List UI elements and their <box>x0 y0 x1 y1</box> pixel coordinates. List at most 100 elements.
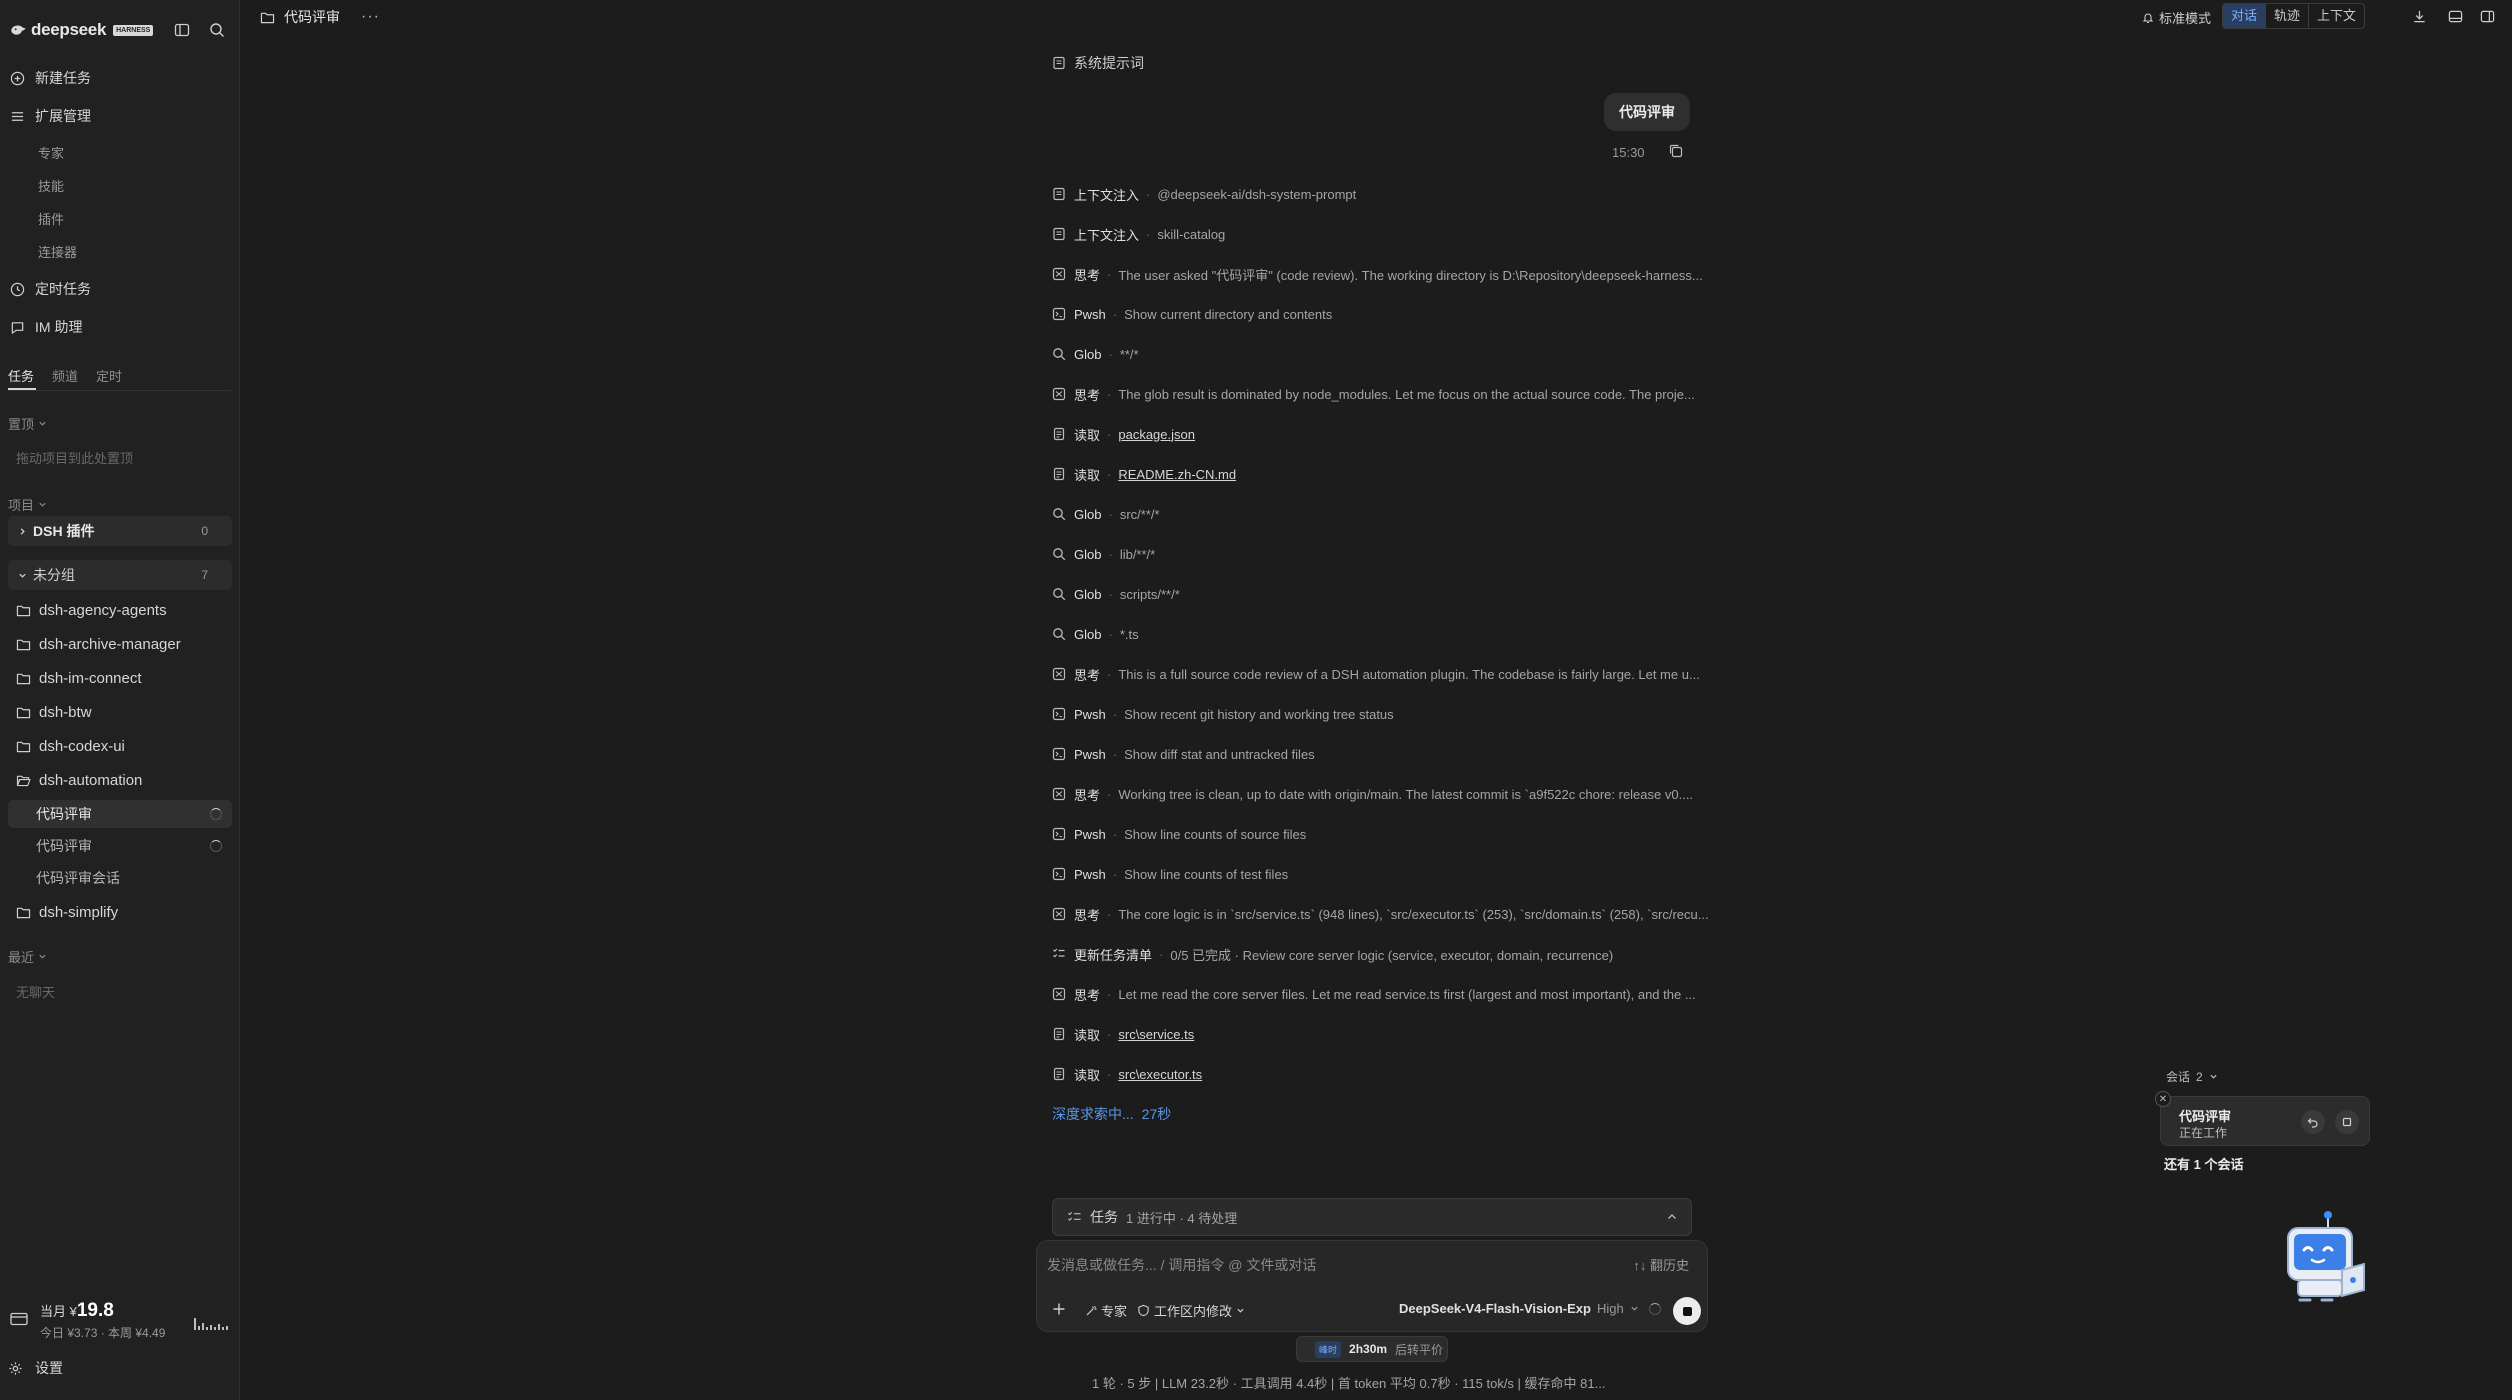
step-item[interactable]: 思考 · The glob result is dominated by node_… <box>1052 384 1695 404</box>
message-input[interactable]: 发消息或做任务... / 调用指令 @ 文件或对话 <box>1047 1255 1316 1275</box>
tab-scheduled[interactable]: 定时 <box>96 366 122 385</box>
projects-header[interactable]: 项目 <box>8 495 47 514</box>
nav-new-task[interactable]: 新建任务 <box>0 63 240 93</box>
step-item[interactable]: 读取 · README.zh-CN.md <box>1052 464 1236 484</box>
step-item[interactable]: 思考 · The core logic is in `src/service.ts`… <box>1052 904 1709 924</box>
step-item[interactable]: 思考 · This is a full source code review of … <box>1052 664 1700 684</box>
sessions-more[interactable]: 还有 1 个会话 <box>2164 1154 2243 1173</box>
session-card[interactable]: ✕ 代码评审 正在工作 <box>2155 1091 2370 1146</box>
download-icon[interactable] <box>2410 7 2428 25</box>
step-detail[interactable]: src\executor.ts <box>1118 1067 1202 1082</box>
list-icon <box>11 111 24 121</box>
settings-button[interactable]: 设置 <box>8 1358 63 1378</box>
pinned-header[interactable]: 置顶 <box>8 414 47 433</box>
mode-selector[interactable]: 标准模式 <box>2142 8 2211 27</box>
step-item[interactable]: Pwsh · Show current directory and contents <box>1052 304 1332 324</box>
chevron-up-icon[interactable] <box>1665 1210 1679 1224</box>
tab-channels[interactable]: 频道 <box>52 366 78 385</box>
project-item[interactable]: dsh-archive-manager <box>16 632 181 656</box>
step-detail: The core logic is in `src/service.ts` (9… <box>1118 906 1709 922</box>
stop-square-icon[interactable] <box>2335 1110 2359 1134</box>
step-separator: · <box>1108 506 1113 522</box>
stop-button[interactable] <box>1673 1297 1701 1325</box>
step-kind: Pwsh <box>1074 746 1106 762</box>
step-item[interactable]: Pwsh · Show line counts of source files <box>1052 824 1306 844</box>
task-item[interactable]: 代码评审 <box>8 832 232 860</box>
project-item[interactable]: dsh-simplify <box>16 900 118 924</box>
step-item[interactable]: 上下文注入 · skill-catalog <box>1052 224 1225 244</box>
billing-summary[interactable]: 当月 ¥19.8 今日 ¥3.73 · 本周 ¥4.49 <box>8 1300 232 1340</box>
group-name: DSH 插件 <box>33 523 95 539</box>
task-item-active[interactable]: 代码评审 <box>8 800 232 828</box>
step-detail: scripts/**/* <box>1119 586 1180 602</box>
step-item[interactable]: 思考 · The user asked "代码评审" (code review). … <box>1052 264 1703 284</box>
nav-extensions[interactable]: 扩展管理 <box>0 101 240 131</box>
step-item[interactable]: Glob · lib/**/* <box>1052 544 1155 564</box>
group-dsh-plugins[interactable]: DSH 插件 0 <box>8 516 232 546</box>
step-separator: · <box>1107 1066 1112 1082</box>
project-item[interactable]: dsh-btw <box>16 700 92 724</box>
usage-sparkline-icon <box>194 1318 228 1330</box>
step-item[interactable]: 读取 · package.json <box>1052 424 1195 444</box>
step-item[interactable]: Pwsh · Show diff stat and untracked files <box>1052 744 1315 764</box>
file-icon <box>1053 1067 1065 1081</box>
project-name: dsh-im-connect <box>39 669 142 687</box>
nav-sub-plugins[interactable]: 插件 <box>38 209 64 228</box>
undo-icon[interactable] <box>2301 1110 2325 1134</box>
attach-button[interactable] <box>1047 1297 1071 1321</box>
robot-mascot-icon[interactable] <box>2282 1208 2372 1308</box>
group-ungrouped[interactable]: 未分组 7 <box>8 560 232 590</box>
step-detail[interactable]: src\service.ts <box>1118 1027 1194 1042</box>
project-item[interactable]: dsh-automation <box>16 768 142 792</box>
step-item[interactable]: 读取 · src\executor.ts <box>1052 1064 1202 1084</box>
project-item[interactable]: dsh-im-connect <box>16 666 142 690</box>
step-item[interactable]: Glob · **/* <box>1052 344 1139 364</box>
step-item[interactable]: Glob · src/**/* <box>1052 504 1160 524</box>
step-item[interactable]: Glob · *.ts <box>1052 624 1139 644</box>
step-item[interactable]: 更新任务清单 · 0/5 已完成 · Review core server logi… <box>1052 944 1613 964</box>
tab-conversation[interactable]: 对话 <box>2223 4 2266 28</box>
step-separator: · <box>1112 866 1118 882</box>
tab-trace[interactable]: 轨迹 <box>2265 4 2308 28</box>
step-item[interactable]: Pwsh · Show recent git history and working… <box>1052 704 1394 724</box>
folder-open-icon <box>16 775 31 786</box>
model-selector[interactable]: DeepSeek-V4-Flash-Vision-Exp High <box>1399 1301 1639 1316</box>
step-item[interactable]: 读取 · src\service.ts <box>1052 1024 1194 1044</box>
step-item[interactable]: Glob · scripts/**/* <box>1052 584 1180 604</box>
step-item[interactable]: 上下文注入 · @deepseek-ai/dsh-system-prompt <box>1052 184 1356 204</box>
nav-scheduled-tasks[interactable]: 定时任务 <box>0 274 240 304</box>
nav-sub-connectors[interactable]: 连接器 <box>38 242 77 261</box>
nav-sub-experts[interactable]: 专家 <box>38 143 64 162</box>
panel-bottom-icon[interactable] <box>2446 7 2464 25</box>
step-item[interactable]: 思考 · Working tree is clean, up to date wit… <box>1052 784 1693 804</box>
task-progress-bar[interactable]: 任务 1 进行中 · 4 待处理 <box>1052 1198 1692 1236</box>
terminal-icon <box>1052 707 1066 721</box>
project-item[interactable]: dsh-agency-agents <box>16 598 167 622</box>
sidebar-toggle-icon[interactable] <box>172 20 192 40</box>
search-icon[interactable] <box>207 20 227 40</box>
expert-selector[interactable]: 专家 <box>1085 1301 1127 1320</box>
brand[interactable]: deepseek HARNESS <box>10 20 154 40</box>
step-item[interactable]: Pwsh · Show line counts of test files <box>1052 864 1288 884</box>
step-separator: · <box>1112 826 1118 842</box>
tab-tasks[interactable]: 任务 <box>8 366 34 385</box>
copy-icon[interactable] <box>1668 143 1684 159</box>
task-item[interactable]: 代码评审会话 <box>8 864 232 892</box>
step-detail[interactable]: README.zh-CN.md <box>1118 467 1236 482</box>
chevron-down-icon <box>2210 1074 2217 1079</box>
step-item[interactable]: 思考 · Let me read the core server files. Le… <box>1052 984 1696 1004</box>
system-prompt-toggle[interactable]: 系统提示词 <box>1052 53 1144 73</box>
step-separator: · <box>1107 786 1112 802</box>
panel-right-icon[interactable] <box>2478 7 2496 25</box>
recent-header[interactable]: 最近 <box>8 947 47 966</box>
sessions-header[interactable]: 会话 2 <box>2166 1068 2218 1085</box>
nav-sub-skills[interactable]: 技能 <box>38 176 64 195</box>
nav-im-assistant[interactable]: IM 助理 <box>0 312 240 342</box>
close-icon[interactable]: ✕ <box>2155 1091 2171 1107</box>
project-item[interactable]: dsh-codex-ui <box>16 734 125 758</box>
workspace-permission-selector[interactable]: 工作区内修改 <box>1137 1301 1245 1320</box>
folder-icon <box>16 639 31 650</box>
tab-context[interactable]: 上下文 <box>2308 4 2364 28</box>
more-menu-button[interactable]: ··· <box>361 8 380 26</box>
step-detail[interactable]: package.json <box>1118 427 1195 442</box>
